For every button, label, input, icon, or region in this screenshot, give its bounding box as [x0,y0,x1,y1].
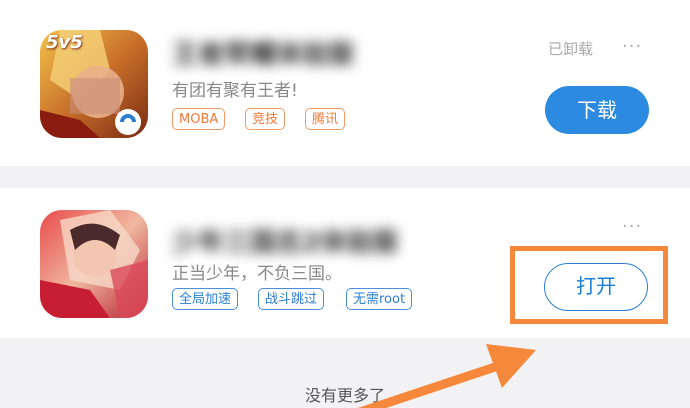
annotation-arrow-icon [357,344,536,408]
